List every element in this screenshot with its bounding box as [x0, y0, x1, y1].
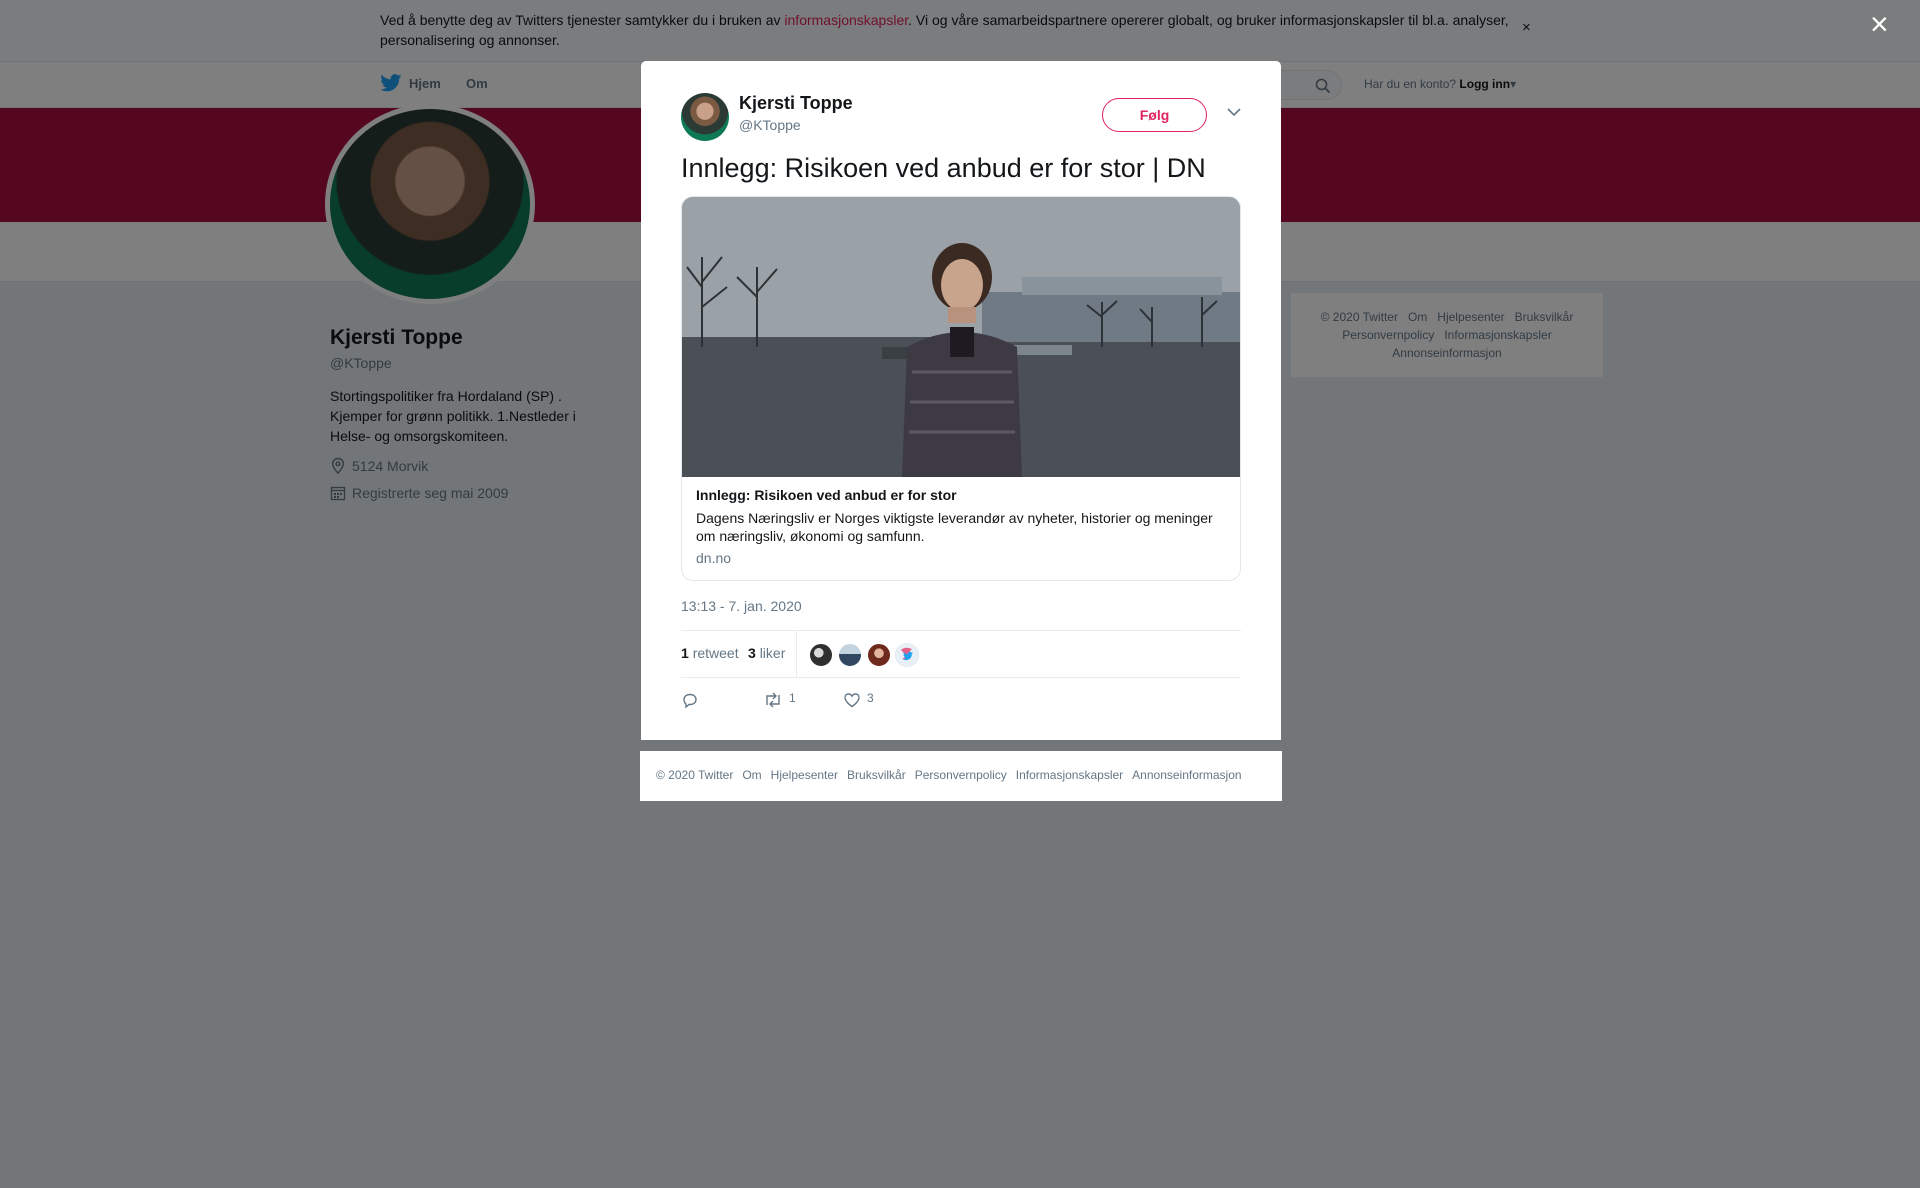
footer-link-about[interactable]: Om [742, 768, 761, 782]
like-action-count: 3 [867, 691, 874, 705]
tweet-text: Innlegg: Risikoen ved anbud er for stor … [681, 153, 1206, 183]
like-count[interactable]: 3 liker [748, 645, 785, 661]
tweet-timestamp[interactable]: 13:13 - 7. jan. 2020 [681, 598, 802, 614]
footer-copyright: © 2020 Twitter [656, 768, 734, 782]
liker-avatar[interactable] [867, 643, 891, 667]
like-count-value: 3 [748, 645, 756, 661]
modal-footer: © 2020 Twitter Om Hjelpesenter Bruksvilkår P… [640, 751, 1282, 801]
retweet-count-value: 1 [681, 645, 689, 661]
retweet-button[interactable]: 1 [763, 691, 796, 709]
like-count-label: liker [759, 645, 786, 661]
footer-link-cookies[interactable]: Informasjonskapsler [1016, 768, 1123, 782]
chevron-down-icon[interactable] [1226, 107, 1242, 117]
retweet-count-label: retweet [692, 645, 739, 661]
tweet-author-avatar[interactable] [681, 93, 729, 141]
tweet-stats: 1 retweet 3 liker [681, 630, 1241, 678]
follow-button[interactable]: Følg [1102, 98, 1207, 132]
link-card-description: Dagens Næringsliv er Norges viktigste le… [696, 510, 1213, 544]
tweet-author-name[interactable]: Kjersti Toppe [739, 93, 853, 114]
retweet-icon [766, 692, 780, 708]
liker-avatar[interactable] [895, 643, 919, 667]
reply-icon [683, 693, 697, 709]
tweet-actions: 1 3 [681, 691, 1241, 721]
footer-link-terms[interactable]: Bruksvilkår [847, 768, 906, 782]
liker-avatar[interactable] [838, 643, 862, 667]
close-modal-button[interactable]: × [1870, 8, 1889, 40]
tweet-modal: Kjersti Toppe @KToppe Følg Innlegg: Risi… [641, 61, 1281, 740]
retweet-count[interactable]: 1 retweet [681, 645, 739, 661]
link-card-image [682, 197, 1240, 477]
footer-link-privacy[interactable]: Personvernpolicy [915, 768, 1007, 782]
tweet-author-handle[interactable]: @KToppe [739, 117, 801, 133]
reply-button[interactable] [681, 691, 699, 709]
retweet-action-count: 1 [789, 691, 796, 705]
like-button[interactable]: 3 [843, 691, 874, 709]
footer-link-help[interactable]: Hjelpesenter [771, 768, 838, 782]
twitter-bird-icon [896, 644, 918, 666]
footer-link-ads[interactable]: Annonseinformasjon [1132, 768, 1241, 782]
link-card[interactable]: Innlegg: Risikoen ved anbud er for stor … [681, 196, 1241, 581]
card-photo-illustration [682, 197, 1240, 477]
liker-avatar[interactable] [809, 643, 833, 667]
link-card-domain: dn.no [696, 550, 732, 566]
stats-divider [796, 631, 797, 677]
link-card-title: Innlegg: Risikoen ved anbud er for stor [696, 487, 957, 503]
heart-icon [844, 693, 860, 708]
